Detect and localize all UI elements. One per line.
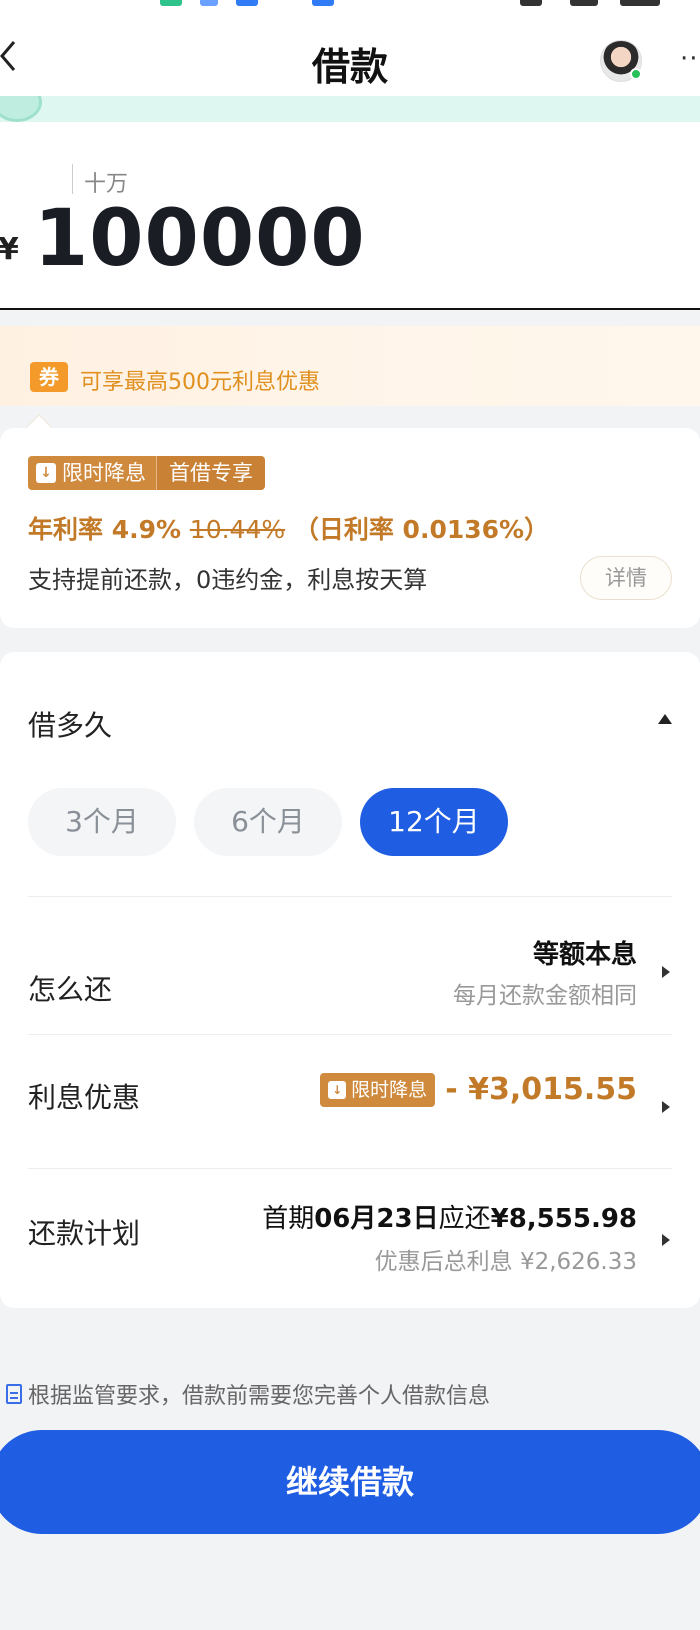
- term-option-3[interactable]: 3个月: [28, 788, 176, 856]
- term-option-6[interactable]: 6个月: [194, 788, 342, 856]
- rate-current: 4.9%: [111, 515, 182, 544]
- coupon-text: 可享最高500元利息优惠: [80, 370, 320, 395]
- divider: [28, 1034, 672, 1035]
- status-icon: [620, 0, 660, 6]
- limited-tag-label: 限时降息: [351, 1078, 428, 1101]
- coupon-strip[interactable]: 券 可享最高500元利息优惠: [0, 326, 700, 406]
- status-icon: [520, 0, 542, 6]
- interest-discount-label: 利息优惠: [28, 1081, 141, 1114]
- limited-tag: ↓ 限时降息: [320, 1072, 436, 1107]
- continue-borrow-button[interactable]: 继续借款: [0, 1430, 700, 1534]
- chevron-right-icon: [662, 1234, 670, 1246]
- status-icon: [312, 0, 334, 6]
- discount-amount: - ¥3,015.55: [445, 1072, 637, 1107]
- coupon-icon: 券: [30, 362, 68, 392]
- status-icon: [236, 0, 258, 6]
- repayment-plan-label: 还款计划: [28, 1217, 141, 1250]
- status-icon: [570, 0, 598, 6]
- annual-rate: 年利率 4.9% 10.44% （日利率 0.0136%）: [28, 510, 549, 546]
- status-icon: [160, 0, 182, 6]
- first-date: 06月23日: [314, 1204, 439, 1234]
- first-amount: ¥8,555.98: [490, 1204, 637, 1234]
- top-bar: 借款 ···: [0, 0, 700, 100]
- rate-card: ↓ 限时降息 首借专享 年利率 4.9% 10.44% （日利率 0.0136%…: [0, 428, 700, 628]
- repay-method-label: 怎么还: [28, 973, 113, 1006]
- term-option-12[interactable]: 12个月: [360, 788, 508, 856]
- document-icon: [6, 1384, 22, 1404]
- amount-input[interactable]: 100000: [34, 194, 366, 284]
- rate-description: 支持提前还款，0违约金，利息按天算: [28, 566, 428, 594]
- detail-button[interactable]: 详情: [580, 556, 672, 600]
- total-interest-value: ¥2,626.33: [519, 1249, 637, 1275]
- first-mid: 应还: [438, 1204, 491, 1234]
- tag-limited-label: 限时降息: [62, 461, 146, 485]
- page-title: 借款: [311, 45, 388, 89]
- first-prefix: 首期: [262, 1204, 315, 1234]
- chevron-right-icon: [662, 966, 670, 978]
- shield-icon: [0, 96, 42, 122]
- online-badge: [630, 68, 642, 80]
- first-payment: 首期06月23日应还¥8,555.98: [262, 1198, 637, 1235]
- chevron-right-icon: [662, 1101, 670, 1113]
- divider: [28, 1168, 672, 1169]
- notice-banner[interactable]: [0, 96, 700, 122]
- down-arrow-icon: ↓: [328, 1080, 347, 1099]
- collapse-caret-icon[interactable]: [658, 714, 672, 724]
- repay-method-sub: 每月还款金额相同: [453, 983, 637, 1009]
- rate-original: 10.44%: [189, 515, 286, 544]
- amount-underline: [0, 308, 700, 310]
- rate-daily: （日利率 0.0136%）: [293, 515, 550, 544]
- term-label: 借多久: [28, 709, 113, 742]
- status-icon: [200, 0, 218, 6]
- down-arrow-icon: ↓: [36, 463, 56, 483]
- total-interest-label: 优惠后总利息: [374, 1249, 513, 1275]
- tag-first: 首借专享: [157, 456, 265, 490]
- interest-discount-value: ↓ 限时降息 - ¥3,015.55: [320, 1072, 637, 1107]
- promo-tag: ↓ 限时降息 首借专享: [28, 456, 265, 490]
- loan-options-card: 借多久 3个月 6个月 12个月 怎么还 等额本息 每月还款金额相同 利息优惠 …: [0, 652, 700, 1308]
- regulatory-note: 根据监管要求，借款前需要您完善个人借款信息: [6, 1378, 490, 1410]
- cursor-divider: [72, 164, 73, 194]
- more-button[interactable]: ···: [680, 44, 700, 74]
- amount-card: 十万 ¥ 100000: [0, 122, 700, 310]
- tag-limited: ↓ 限时降息: [28, 456, 156, 490]
- regulatory-note-text: 根据监管要求，借款前需要您完善个人借款信息: [28, 1384, 491, 1409]
- total-interest: 优惠后总利息 ¥2,626.33: [375, 1242, 637, 1276]
- rate-label: 年利率: [28, 515, 104, 544]
- repay-method-value: 等额本息: [532, 940, 637, 970]
- status-bar: [0, 0, 700, 10]
- divider: [28, 896, 672, 897]
- currency-symbol: ¥: [0, 232, 19, 267]
